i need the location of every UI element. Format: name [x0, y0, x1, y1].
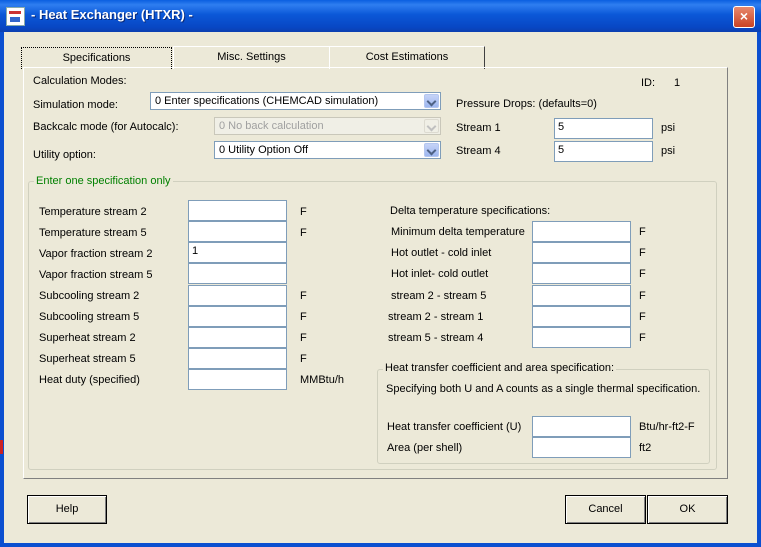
utility-option-value: 0 Utility Option Off	[219, 144, 309, 156]
delta-row-label: stream 2 - stream 5	[391, 290, 487, 302]
delta-row-input[interactable]	[532, 263, 631, 284]
ok-button[interactable]: OK	[647, 495, 728, 524]
spec-row-unit: F	[300, 332, 307, 344]
delta-title: Delta temperature specifications:	[390, 205, 551, 217]
backcalc-mode-value: 0 No back calculation	[219, 120, 324, 132]
delta-row-unit: F	[639, 226, 646, 238]
delta-row-input[interactable]	[532, 306, 631, 327]
delta-row-label: Minimum delta temperature	[391, 226, 525, 238]
spec-row-unit: F	[300, 353, 307, 365]
spec-row-input[interactable]	[188, 221, 287, 242]
app-icon	[6, 7, 25, 26]
area-unit: ft2	[639, 442, 652, 454]
spec-row-input[interactable]	[188, 285, 287, 306]
chevron-down-icon[interactable]	[424, 143, 439, 157]
spec-row-input[interactable]	[188, 263, 287, 284]
delta-row-label: stream 5 - stream 4	[388, 332, 484, 344]
delta-row-unit: F	[639, 268, 646, 280]
delta-row-unit: F	[639, 290, 646, 302]
u-label: Heat transfer coefficient (U)	[387, 421, 522, 433]
spec-row-label: Temperature stream 5	[39, 227, 147, 239]
spec-row-label: Vapor fraction stream 5	[39, 269, 153, 281]
ua-note: Specifying both U and A counts as a sing…	[386, 383, 701, 395]
calc-modes-label: Calculation Modes:	[33, 75, 127, 87]
simulation-mode-value: 0 Enter specifications (CHEMCAD simulati…	[155, 95, 379, 107]
stream1-pressure-input[interactable]: 5	[554, 118, 653, 139]
delta-row-input[interactable]	[532, 327, 631, 348]
u-input[interactable]	[532, 416, 631, 437]
title-bar[interactable]: - Heat Exchanger (HTXR) - ×	[0, 0, 761, 32]
spec-row-label: Subcooling stream 2	[39, 290, 140, 302]
chevron-down-icon	[424, 119, 439, 133]
spec-row-unit: MMBtu/h	[300, 374, 345, 386]
ua-group-title: Heat transfer coefficient and area speci…	[383, 362, 617, 374]
backcalc-mode-select: 0 No back calculation	[214, 117, 441, 135]
spec-row-label: Superheat stream 2	[39, 332, 136, 344]
window-frame-left	[0, 32, 4, 547]
tab-misc-settings[interactable]: Misc. Settings	[173, 46, 330, 69]
simulation-mode-select[interactable]: 0 Enter specifications (CHEMCAD simulati…	[150, 92, 441, 110]
utility-option-label: Utility option:	[33, 149, 96, 161]
edge-marker	[0, 440, 3, 454]
simulation-mode-label: Simulation mode:	[33, 99, 118, 111]
delta-row-unit: F	[639, 247, 646, 259]
tab-cost-estimations[interactable]: Cost Estimations	[329, 46, 485, 69]
tab-specifications[interactable]: Specifications	[21, 47, 172, 69]
id-label: ID:	[641, 77, 656, 89]
spec-row-label: Vapor fraction stream 2	[39, 248, 153, 260]
delta-row-label: stream 2 - stream 1	[388, 311, 484, 323]
spec-row-unit: F	[300, 290, 307, 302]
spec-row-input[interactable]	[188, 348, 287, 369]
spec-row-input[interactable]	[188, 200, 287, 221]
spec-row-label: Temperature stream 2	[39, 206, 147, 218]
delta-row-unit: F	[639, 311, 646, 323]
window-frame-right	[757, 32, 761, 547]
stream1-unit: psi	[661, 122, 676, 134]
spec-row-unit: F	[300, 227, 307, 239]
spec-group-title: Enter one specification only	[34, 175, 173, 187]
delta-row-input[interactable]	[532, 285, 631, 306]
chevron-down-icon[interactable]	[424, 94, 439, 108]
stream4-unit: psi	[661, 145, 676, 157]
window-frame-bottom	[0, 543, 761, 547]
delta-row-unit: F	[639, 332, 646, 344]
spec-row-input[interactable]	[188, 327, 287, 348]
spec-row-label: Superheat stream 5	[39, 353, 136, 365]
spec-row-unit: F	[300, 206, 307, 218]
utility-option-select[interactable]: 0 Utility Option Off	[214, 141, 441, 159]
delta-row-label: Hot inlet- cold outlet	[391, 268, 489, 280]
window-title: - Heat Exchanger (HTXR) -	[31, 7, 193, 22]
backcalc-mode-label: Backcalc mode (for Autocalc):	[33, 121, 179, 133]
help-button[interactable]: Help	[27, 495, 107, 524]
stream4-pressure-input[interactable]: 5	[554, 141, 653, 162]
area-label: Area (per shell)	[387, 442, 463, 454]
spec-row-input[interactable]	[188, 369, 287, 390]
delta-row-input[interactable]	[532, 221, 631, 242]
area-input[interactable]	[532, 437, 631, 458]
delta-row-input[interactable]	[532, 242, 631, 263]
id-value: 1	[674, 77, 681, 89]
close-icon[interactable]: ×	[733, 6, 755, 28]
u-unit: Btu/hr-ft2-F	[639, 421, 695, 433]
pressure-drops-label: Pressure Drops: (defaults=0)	[456, 98, 597, 110]
spec-row-input[interactable]	[188, 306, 287, 327]
spec-row-label: Heat duty (specified)	[39, 374, 140, 386]
delta-row-label: Hot outlet - cold inlet	[391, 247, 492, 259]
stream4-label: Stream 4	[456, 145, 501, 157]
spec-row-unit: F	[300, 311, 307, 323]
dialog-window: - Heat Exchanger (HTXR) - × Specificatio…	[0, 0, 761, 547]
cancel-button[interactable]: Cancel	[565, 495, 646, 524]
stream1-label: Stream 1	[456, 122, 501, 134]
spec-row-input[interactable]: 1	[188, 242, 287, 263]
spec-row-label: Subcooling stream 5	[39, 311, 140, 323]
